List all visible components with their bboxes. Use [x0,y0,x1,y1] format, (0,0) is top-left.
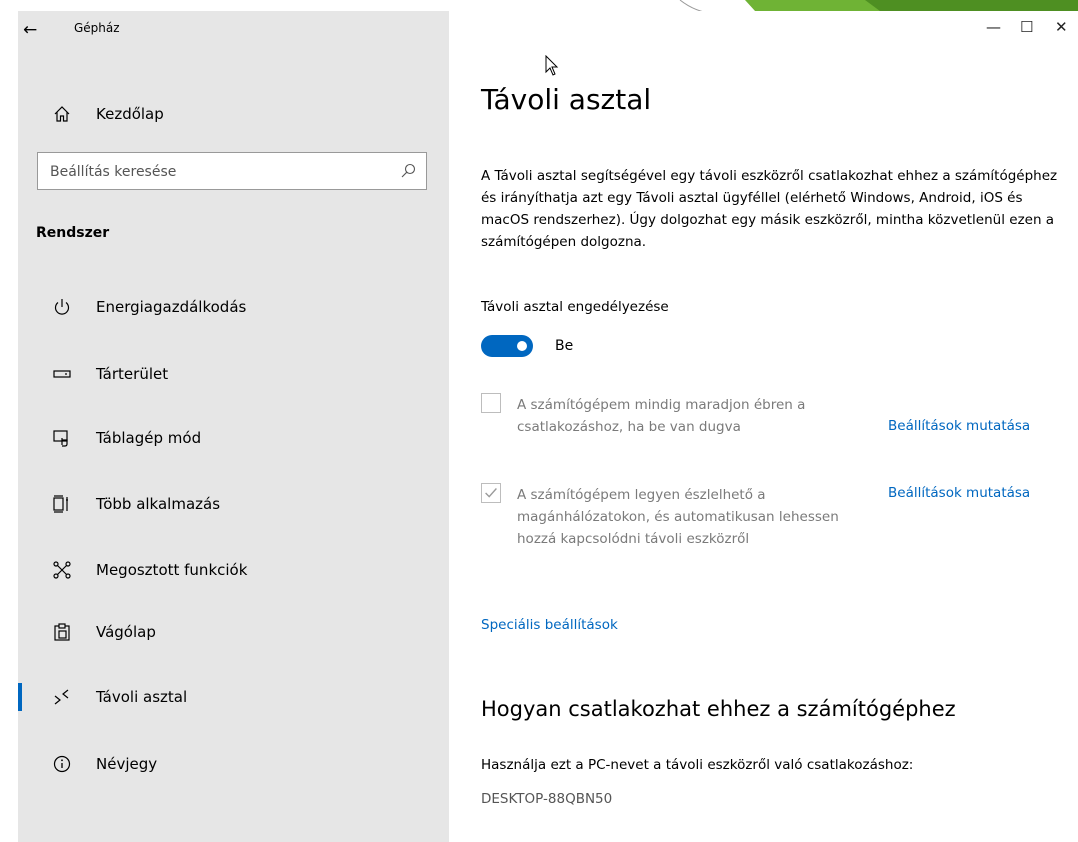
sidebar-item-home-label: Kezdőlap [96,105,164,123]
tablet-mode-icon [53,430,68,447]
discoverable-checkbox[interactable] [481,483,501,503]
sidebar-section-title: Rendszer [36,225,110,241]
sidebar-item-about[interactable]: Névjegy [18,744,449,784]
multitasking-icon [53,495,68,513]
storage-icon [53,370,71,378]
enable-remote-desktop-toggle[interactable] [481,335,533,357]
sidebar-item-home[interactable]: Kezdőlap [18,94,449,134]
home-icon [54,106,70,122]
shared-experiences-icon [53,561,71,579]
sidebar-item-label: Több alkalmazás [96,495,221,513]
enable-remote-desktop-label: Távoli asztal engedélyezése [481,299,669,315]
toggle-knob [517,341,527,351]
discoverable-text: A számítógépem legyen észlelhető a magán… [517,487,839,547]
sidebar-item-label: Megosztott funkciók [96,561,248,579]
power-icon [54,299,70,315]
app-title: Gépház [74,21,120,35]
sidebar-item-power[interactable]: Energiagazdálkodás [18,287,449,327]
sidebar-item-label: Távoli asztal [96,688,188,706]
sidebar-item-label: Névjegy [96,755,158,773]
description-text: A Távoli asztal segítségével egy távoli … [481,168,1058,250]
maximize-button[interactable]: ☐ [1020,18,1033,36]
minimize-button[interactable]: — [986,18,1001,36]
search-box[interactable] [37,152,427,191]
sidebar-item-shared-experiences[interactable]: Megosztott funkciók [18,550,449,590]
toggle-state-label: Be [555,338,574,354]
keep-awake-checkbox[interactable] [481,393,501,413]
keep-awake-text: A számítógépem mindig maradjon ébren a c… [517,397,806,435]
sidebar-item-clipboard[interactable]: Vágólap [18,612,449,652]
remote-desktop-icon [54,689,69,705]
back-arrow-icon[interactable]: ← [23,20,37,40]
sidebar-item-storage[interactable]: Tárterület [18,354,449,394]
pc-name-value: DESKTOP-88QBN50 [481,791,613,807]
checkmark-icon [485,488,497,498]
sidebar-item-multitasking[interactable]: Több alkalmazás [18,484,449,524]
show-settings-link-1[interactable]: Beállítások mutatása [888,418,1030,434]
sidebar-item-remote-desktop[interactable]: Távoli asztal [18,677,449,717]
mouse-cursor-icon [545,55,559,76]
search-icon[interactable] [400,163,416,179]
pc-name-description: Használja ezt a PC-nevet a távoli eszköz… [481,757,914,773]
close-button[interactable]: ✕ [1055,18,1068,36]
how-to-connect-heading: Hogyan csatlakozhat ehhez a számítógéphe… [481,697,956,721]
sidebar-item-label: Vágólap [96,623,156,641]
sidebar-item-label: Táblagép mód [96,429,202,447]
clipboard-icon [54,623,70,641]
advanced-settings-link[interactable]: Speciális beállítások [481,617,618,633]
sidebar-item-label: Tárterület [96,365,169,383]
show-settings-link-2[interactable]: Beállítások mutatása [888,485,1030,501]
search-input[interactable] [48,153,392,191]
sidebar-item-label: Energiagazdálkodás [96,298,247,316]
page-title: Távoli asztal [481,83,652,116]
sidebar-item-tablet-mode[interactable]: Táblagép mód [18,418,449,458]
info-icon [53,755,71,773]
